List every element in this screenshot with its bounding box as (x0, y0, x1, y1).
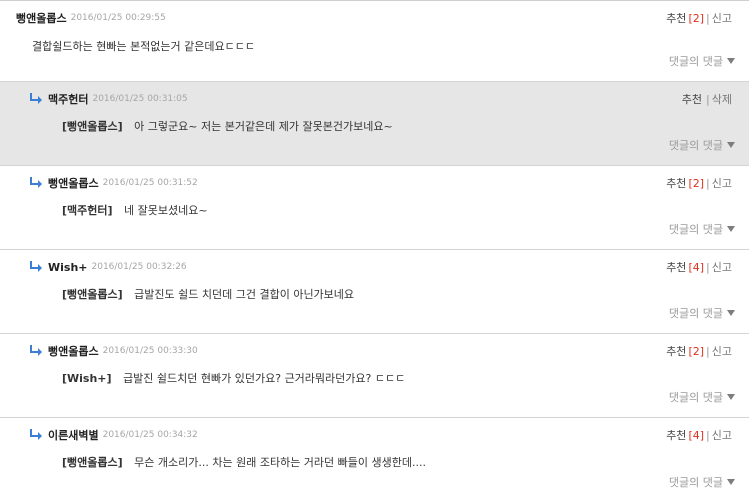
comment-actions: 추천 [2] | 신고 (666, 10, 732, 26)
report-button[interactable]: 신고 (712, 427, 732, 443)
recommend-button[interactable]: 추천 (666, 427, 686, 443)
report-button[interactable]: 신고 (712, 10, 732, 26)
delete-button[interactable]: 삭제 (712, 91, 732, 107)
reply-arrow-icon (30, 177, 42, 188)
comment-timestamp: 2016/01/25 00:34:32 (102, 430, 198, 440)
comment-header: 뻥앤올롭스 2016/01/25 00:29:55 (16, 10, 166, 26)
action-separator: | (706, 92, 710, 106)
action-separator: | (706, 11, 710, 25)
comment-timestamp: 2016/01/25 00:32:26 (91, 262, 187, 272)
comment-actions: 추천 [4] | 신고 (666, 427, 732, 443)
recommend-count: [2] (688, 176, 705, 190)
comment-timestamp: 2016/01/25 00:31:52 (102, 178, 198, 188)
comment-author[interactable]: 뻥앤올롭스 (48, 175, 99, 191)
triangle-down-icon (727, 58, 735, 64)
comment-body: [Wish+] 급발진 쉴드치던 현빠가 있던가요? 근거라뭐라던가요? ㄷㄷㄷ (62, 370, 405, 386)
comment-body: [뻥앤올롭스] 아 그렇군요~ 저는 본거같은데 제가 잘못본건가보네요~ (62, 118, 393, 134)
mention-tag[interactable]: [맥주헌터] (62, 204, 113, 217)
comment-author[interactable]: 이른새벽별 (48, 427, 99, 443)
reply-to-comment-button[interactable]: 댓글의 댓글 (669, 474, 735, 490)
comment-item: 이른새벽별 2016/01/25 00:34:32 추천 [4] | 신고 [뻥… (0, 418, 749, 502)
reply-to-comment-label: 댓글의 댓글 (668, 55, 723, 68)
triangle-down-icon (727, 479, 735, 485)
comment-author[interactable]: 뻥앤올롭스 (48, 343, 99, 359)
recommend-button[interactable]: 추천 (666, 10, 686, 26)
report-button[interactable]: 신고 (712, 175, 732, 191)
comment-header: 뻥앤올롭스 2016/01/25 00:31:52 (30, 175, 198, 191)
mention-tag[interactable]: [뻥앤올롭스] (62, 120, 123, 133)
comment-text: 네 잘못보셨네요~ (124, 204, 208, 217)
reply-arrow-icon (30, 429, 42, 440)
comment-list: 뻥앤올롭스 2016/01/25 00:29:55 추천 [2] | 신고 결합… (0, 0, 749, 502)
comment-item: 뻥앤올롭스 2016/01/25 00:33:30 추천 [2] | 신고 [W… (0, 334, 749, 418)
reply-to-comment-button[interactable]: 댓글의 댓글 (669, 221, 735, 237)
triangle-down-icon (727, 142, 735, 148)
reply-to-comment-button[interactable]: 댓글의 댓글 (669, 53, 735, 69)
recommend-button[interactable]: 추천 (682, 91, 702, 107)
triangle-down-icon (727, 226, 735, 232)
reply-to-comment-button[interactable]: 댓글의 댓글 (669, 137, 735, 153)
comment-body: [맥주헌터] 네 잘못보셨네요~ (62, 202, 208, 218)
comment-timestamp: 2016/01/25 00:31:05 (92, 94, 188, 104)
comment-text: 급발진도 쉴드 치던데 그건 결합이 아닌가보네요 (134, 288, 355, 301)
action-separator: | (706, 260, 710, 274)
comment-author[interactable]: 뻥앤올롭스 (16, 10, 67, 26)
comment-item: 뻥앤올롭스 2016/01/25 00:29:55 추천 [2] | 신고 결합… (0, 1, 749, 82)
reply-arrow-icon (30, 345, 42, 356)
comment-actions: 추천 [2] | 신고 (666, 175, 732, 191)
comment-header: 맥주헌터 2016/01/25 00:31:05 (30, 91, 188, 107)
comment-actions: 추천 | 삭제 (682, 91, 732, 107)
reply-to-comment-button[interactable]: 댓글의 댓글 (669, 305, 735, 321)
comment-author[interactable]: 맥주헌터 (48, 91, 88, 107)
action-separator: | (706, 428, 710, 442)
comment-header: 이른새벽별 2016/01/25 00:34:32 (30, 427, 198, 443)
action-separator: | (706, 176, 710, 190)
report-button[interactable]: 신고 (712, 343, 732, 359)
comment-text: 아 그렇군요~ 저는 본거같은데 제가 잘못본건가보네요~ (134, 120, 393, 133)
reply-to-comment-label: 댓글의 댓글 (668, 139, 723, 152)
comment-timestamp: 2016/01/25 00:29:55 (70, 13, 166, 23)
comment-header: 뻥앤올롭스 2016/01/25 00:33:30 (30, 343, 198, 359)
report-button[interactable]: 신고 (712, 259, 732, 275)
recommend-button[interactable]: 추천 (666, 259, 686, 275)
comment-author[interactable]: Wish+ (48, 261, 88, 274)
comment-text: 급발진 쉴드치던 현빠가 있던가요? 근거라뭐라던가요? ㄷㄷㄷ (123, 372, 406, 385)
comment-text: 무슨 개소리가... 차는 원래 조타하는 거라던 빠들이 생생한데.... (134, 456, 426, 469)
comment-body: 결합쉴드하는 현빠는 본적없는거 같은데요ㄷㄷㄷ (32, 38, 255, 54)
reply-to-comment-button[interactable]: 댓글의 댓글 (669, 389, 735, 405)
reply-to-comment-label: 댓글의 댓글 (668, 476, 723, 489)
comment-actions: 추천 [4] | 신고 (666, 259, 732, 275)
comment-item: 뻥앤올롭스 2016/01/25 00:31:52 추천 [2] | 신고 [맥… (0, 166, 749, 250)
action-separator: | (706, 344, 710, 358)
recommend-count: [2] (688, 11, 705, 25)
recommend-count: [2] (688, 344, 705, 358)
comment-text: 결합쉴드하는 현빠는 본적없는거 같은데요ㄷㄷㄷ (32, 40, 256, 53)
comment-timestamp: 2016/01/25 00:33:30 (102, 346, 198, 356)
reply-to-comment-label: 댓글의 댓글 (668, 391, 723, 404)
triangle-down-icon (727, 310, 735, 316)
recommend-count: [4] (688, 428, 705, 442)
recommend-button[interactable]: 추천 (666, 343, 686, 359)
comment-actions: 추천 [2] | 신고 (666, 343, 732, 359)
recommend-button[interactable]: 추천 (666, 175, 686, 191)
comment-header: Wish+ 2016/01/25 00:32:26 (30, 259, 187, 275)
reply-arrow-icon (30, 93, 42, 104)
comment-item: 맥주헌터 2016/01/25 00:31:05 추천 | 삭제 [뻥앤올롭스]… (0, 82, 749, 166)
mention-tag[interactable]: [Wish+] (62, 372, 112, 385)
mention-tag[interactable]: [뻥앤올롭스] (62, 456, 123, 469)
comment-body: [뻥앤올롭스] 무슨 개소리가... 차는 원래 조타하는 거라던 빠들이 생생… (62, 454, 426, 470)
mention-tag[interactable]: [뻥앤올롭스] (62, 288, 123, 301)
reply-arrow-icon (30, 261, 42, 272)
recommend-count: [4] (688, 260, 705, 274)
reply-to-comment-label: 댓글의 댓글 (668, 307, 723, 320)
triangle-down-icon (727, 394, 735, 400)
comment-body: [뻥앤올롭스] 급발진도 쉴드 치던데 그건 결합이 아닌가보네요 (62, 286, 354, 302)
comment-item: Wish+ 2016/01/25 00:32:26 추천 [4] | 신고 [뻥… (0, 250, 749, 334)
reply-to-comment-label: 댓글의 댓글 (668, 223, 723, 236)
